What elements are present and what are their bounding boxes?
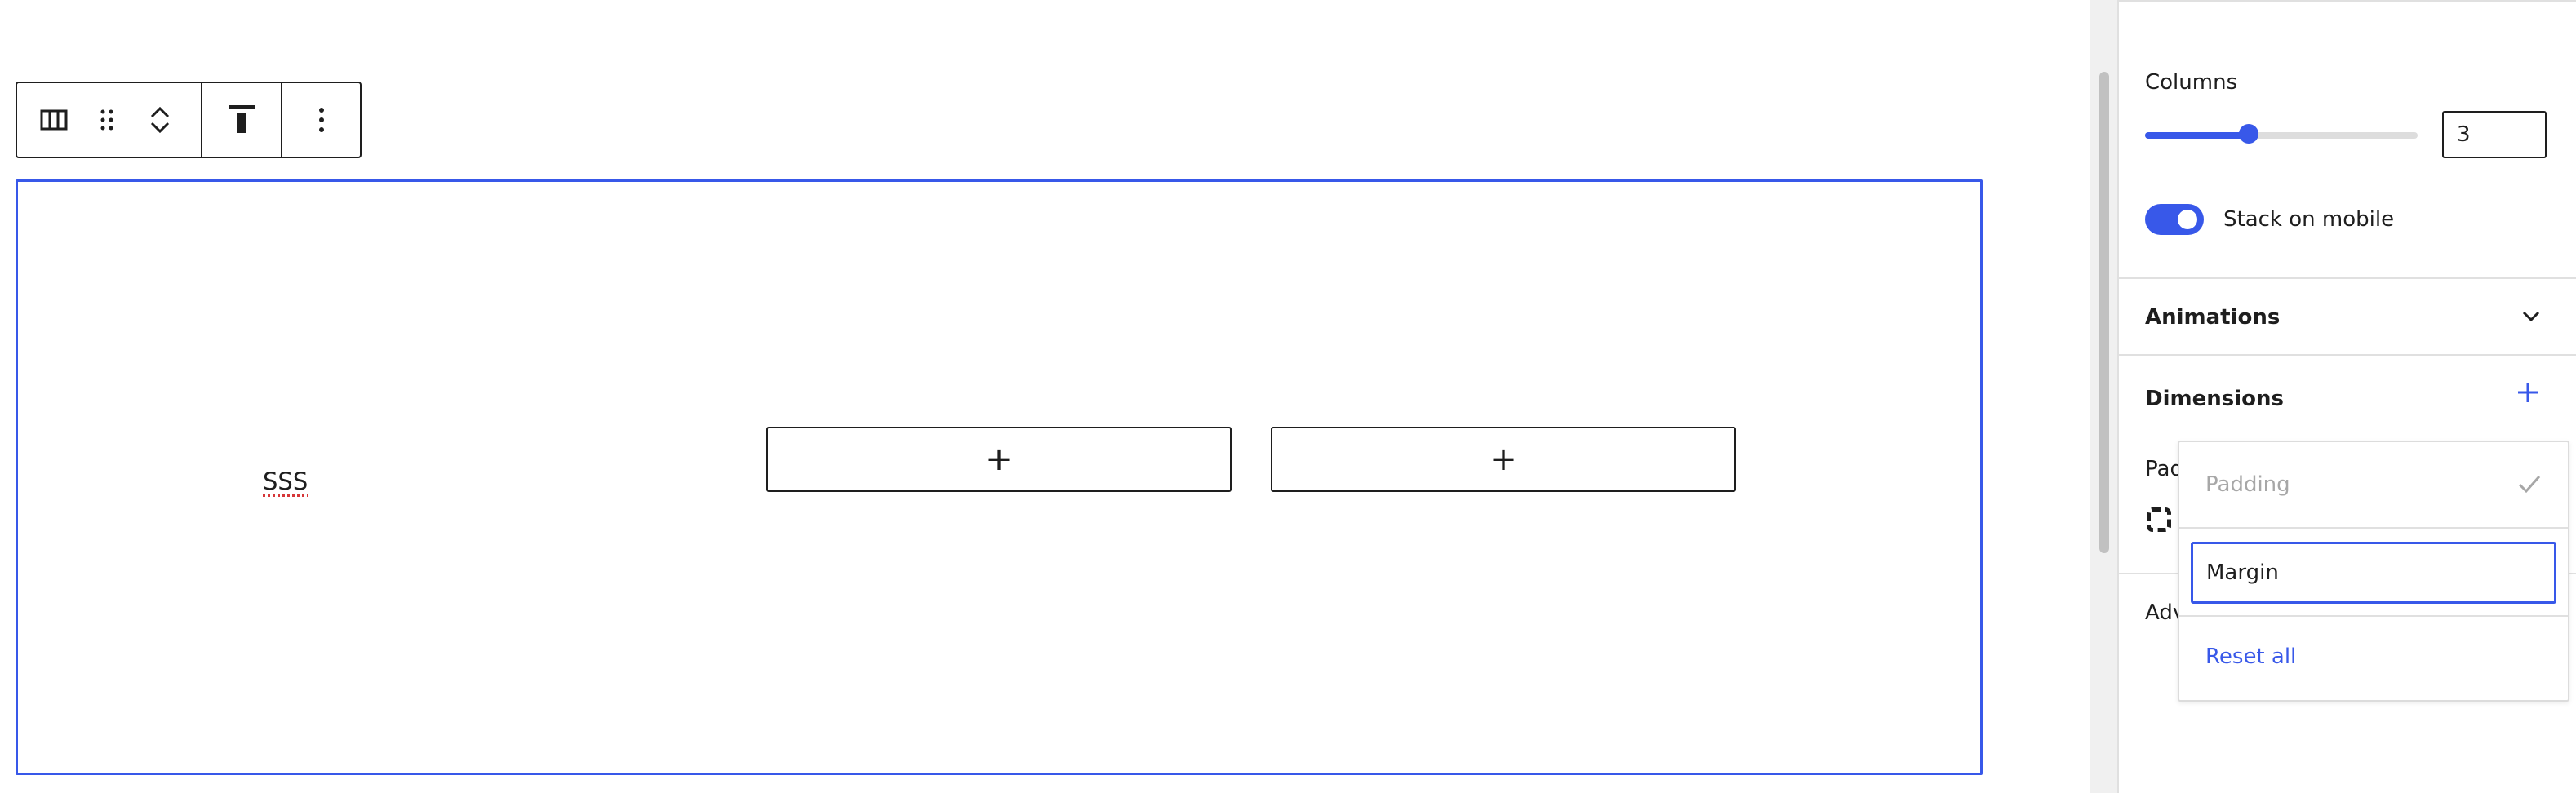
plus-icon — [2518, 383, 2538, 402]
animations-panel-toggle[interactable]: Animations — [2145, 305, 2280, 330]
chevron-down-icon[interactable] — [2519, 308, 2543, 328]
drag-handle[interactable] — [91, 83, 123, 157]
chevron-down-icon — [150, 122, 170, 134]
align-top-icon — [228, 104, 255, 136]
columns-range-fill — [2145, 132, 2254, 139]
check-icon — [2517, 473, 2542, 498]
padding-sides-icon[interactable] — [2147, 507, 2171, 532]
columns-range-thumb[interactable] — [2239, 124, 2258, 144]
plus-icon: + — [985, 441, 1013, 478]
dimensions-options-menu: Padding Margin Reset all — [2178, 441, 2569, 702]
drag-handle-icon — [99, 108, 115, 132]
move-down-button[interactable] — [149, 120, 171, 136]
reset-all-button[interactable]: Reset all — [2205, 645, 2296, 669]
move-up-button[interactable] — [149, 104, 171, 120]
toggle-knob — [2178, 210, 2197, 229]
more-options-icon — [318, 107, 325, 133]
editor-scrollbar-thumb[interactable] — [2099, 72, 2109, 553]
column-2-block-appender[interactable]: + — [766, 427, 1232, 492]
plus-icon: + — [1490, 441, 1517, 478]
divider — [2119, 354, 2576, 356]
toolbar-group-block — [17, 83, 202, 157]
chevron-up-icon — [150, 106, 170, 118]
divider — [2119, 277, 2576, 279]
block-options-button[interactable] — [318, 83, 325, 157]
block-toolbar — [16, 82, 362, 158]
columns-icon — [40, 109, 68, 131]
column-3-block-appender[interactable]: + — [1271, 427, 1736, 492]
columns-range-track[interactable] — [2145, 132, 2418, 139]
menu-item-label: Padding — [2205, 472, 2290, 497]
move-buttons — [123, 83, 197, 157]
divider — [2179, 615, 2568, 617]
stack-on-mobile-label: Stack on mobile — [2223, 207, 2395, 232]
divider — [2119, 0, 2576, 2]
column-1-text[interactable]: SSS — [263, 467, 308, 495]
columns-label: Columns — [2145, 70, 2238, 95]
dimensions-panel-title: Dimensions — [2145, 387, 2284, 411]
menu-item-label: Margin — [2206, 560, 2279, 585]
divider — [2179, 527, 2568, 529]
menu-item-padding[interactable]: Padding — [2179, 442, 2568, 527]
dimensions-options-button[interactable] — [2516, 380, 2540, 408]
columns-block[interactable]: SSS + + — [16, 179, 1983, 775]
toolbar-group-options — [282, 83, 360, 157]
vertical-align-button[interactable] — [228, 83, 255, 157]
block-type-button[interactable] — [17, 83, 91, 157]
stack-on-mobile-toggle[interactable] — [2145, 204, 2204, 235]
menu-item-margin[interactable]: Margin — [2191, 542, 2556, 604]
columns-number-input[interactable]: 3 — [2442, 111, 2547, 158]
toolbar-group-align — [202, 83, 282, 157]
